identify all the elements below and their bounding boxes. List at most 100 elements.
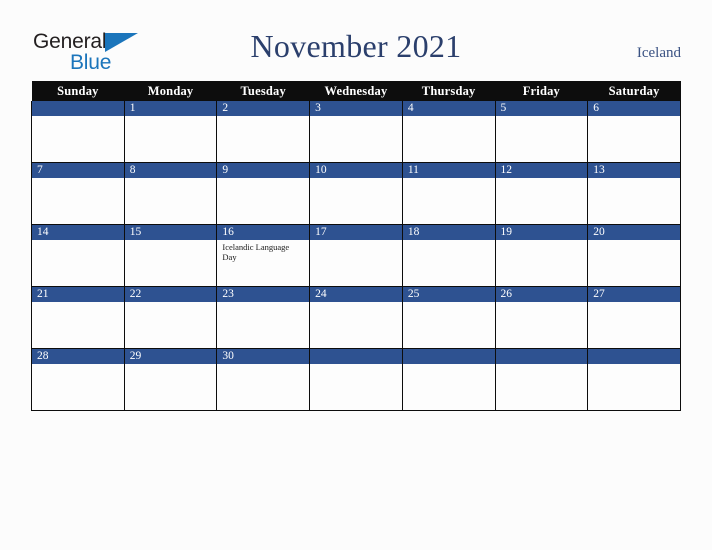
calendar-day-cell[interactable]: 16 Icelandic Language Day	[216, 224, 311, 287]
calendar-day-cell[interactable]: 14	[31, 224, 125, 287]
day-number: 3	[310, 101, 402, 116]
calendar-day-cell[interactable]: 13	[587, 162, 681, 225]
calendar-week-row: 28 29 30	[31, 348, 681, 411]
day-number: 12	[495, 163, 588, 178]
day-event	[310, 116, 402, 118]
country-label: Iceland	[636, 45, 681, 61]
page-title: November 2021	[250, 28, 462, 64]
day-number	[588, 349, 680, 364]
day-number: 21	[32, 287, 124, 302]
day-number: 19	[495, 225, 588, 240]
day-number: 30	[217, 349, 310, 364]
day-event	[125, 364, 217, 366]
day-number: 27	[588, 287, 680, 302]
day-number	[32, 101, 124, 116]
calendar-day-cell[interactable]: 15	[123, 224, 218, 287]
calendar-day-cell[interactable]: 2	[216, 101, 311, 163]
day-number: 16	[217, 225, 310, 240]
calendar-day-cell[interactable]: 27	[587, 286, 681, 349]
calendar-day-cell[interactable]: 11	[401, 162, 496, 225]
day-event	[403, 116, 495, 118]
day-event	[125, 116, 217, 118]
calendar-day-cell[interactable]: 8	[123, 162, 218, 225]
day-event	[310, 364, 402, 366]
day-number: 11	[402, 163, 495, 178]
day-event	[32, 364, 124, 366]
weekday-header-thursday: Thursday	[402, 81, 496, 101]
day-number: 14	[32, 225, 124, 240]
day-event	[125, 178, 217, 180]
day-event	[588, 240, 680, 242]
day-number	[402, 349, 495, 364]
calendar-day-cell[interactable]: 30	[216, 348, 311, 411]
day-event	[496, 302, 588, 304]
calendar-day-cell[interactable]	[31, 101, 125, 163]
calendar-week-row: 1 2 3 4 5 6	[31, 101, 681, 163]
calendar-day-cell[interactable]: 25	[401, 286, 496, 349]
calendar-grid: Sunday Monday Tuesday Wednesday Thursday…	[31, 81, 681, 411]
day-number: 4	[402, 101, 495, 116]
day-event	[496, 178, 588, 180]
calendar-day-cell[interactable]: 29	[123, 348, 218, 411]
day-event	[217, 364, 309, 366]
calendar-day-cell[interactable]: 1	[123, 101, 218, 163]
day-event	[403, 364, 495, 366]
weekday-header-row: Sunday Monday Tuesday Wednesday Thursday…	[31, 81, 681, 101]
calendar-day-cell[interactable]	[309, 348, 403, 411]
calendar-day-cell[interactable]: 18	[401, 224, 496, 287]
day-event	[217, 116, 309, 118]
calendar-day-cell[interactable]: 26	[494, 286, 589, 349]
day-event	[217, 178, 309, 180]
day-event	[403, 240, 495, 242]
calendar-day-cell[interactable]: 4	[401, 101, 496, 163]
day-event	[32, 178, 124, 180]
calendar-day-cell[interactable]: 5	[494, 101, 589, 163]
day-number: 2	[217, 101, 310, 116]
day-event	[496, 240, 588, 242]
weekday-header-saturday: Saturday	[587, 81, 681, 101]
calendar-day-cell[interactable]: 7	[31, 162, 125, 225]
calendar-day-cell[interactable]: 19	[494, 224, 589, 287]
calendar-day-cell[interactable]: 28	[31, 348, 125, 411]
calendar-day-cell[interactable]	[401, 348, 496, 411]
calendar-week-row: 21 22 23 24 25 26 27	[31, 286, 681, 349]
day-number: 29	[124, 349, 217, 364]
day-event	[403, 302, 495, 304]
calendar-day-cell[interactable]: 12	[494, 162, 589, 225]
day-number: 5	[495, 101, 588, 116]
calendar-day-cell[interactable]: 20	[587, 224, 681, 287]
day-number: 9	[217, 163, 310, 178]
day-number: 18	[402, 225, 495, 240]
calendar-day-cell[interactable]: 9	[216, 162, 311, 225]
day-number: 10	[310, 163, 402, 178]
calendar-day-cell[interactable]: 6	[587, 101, 681, 163]
calendar-day-cell[interactable]	[494, 348, 589, 411]
day-event: Icelandic Language Day	[222, 242, 290, 263]
calendar-day-cell[interactable]: 23	[216, 286, 311, 349]
day-event	[32, 116, 124, 118]
day-number: 20	[588, 225, 680, 240]
calendar-day-cell[interactable]	[587, 348, 681, 411]
calendar-week-row: 7 8 9 10 11 12 13	[31, 162, 681, 225]
weekday-header-tuesday: Tuesday	[216, 81, 310, 101]
weekday-header-sunday: Sunday	[31, 81, 125, 101]
calendar-day-cell[interactable]: 17	[309, 224, 403, 287]
calendar-day-cell[interactable]: 22	[123, 286, 218, 349]
day-number	[310, 349, 402, 364]
day-event	[32, 302, 124, 304]
day-event	[496, 116, 588, 118]
weekday-header-wednesday: Wednesday	[309, 81, 403, 101]
day-event	[310, 240, 402, 242]
day-number: 6	[588, 101, 680, 116]
calendar-day-cell[interactable]: 3	[309, 101, 403, 163]
day-number: 15	[124, 225, 217, 240]
day-event	[588, 178, 680, 180]
day-number: 28	[32, 349, 124, 364]
calendar-day-cell[interactable]: 24	[309, 286, 403, 349]
page-header: General Blue November 2021 Iceland	[0, 0, 712, 80]
weekday-header-monday: Monday	[124, 81, 217, 101]
day-number: 22	[124, 287, 217, 302]
day-event	[588, 364, 680, 366]
calendar-day-cell[interactable]: 10	[309, 162, 403, 225]
calendar-day-cell[interactable]: 21	[31, 286, 125, 349]
